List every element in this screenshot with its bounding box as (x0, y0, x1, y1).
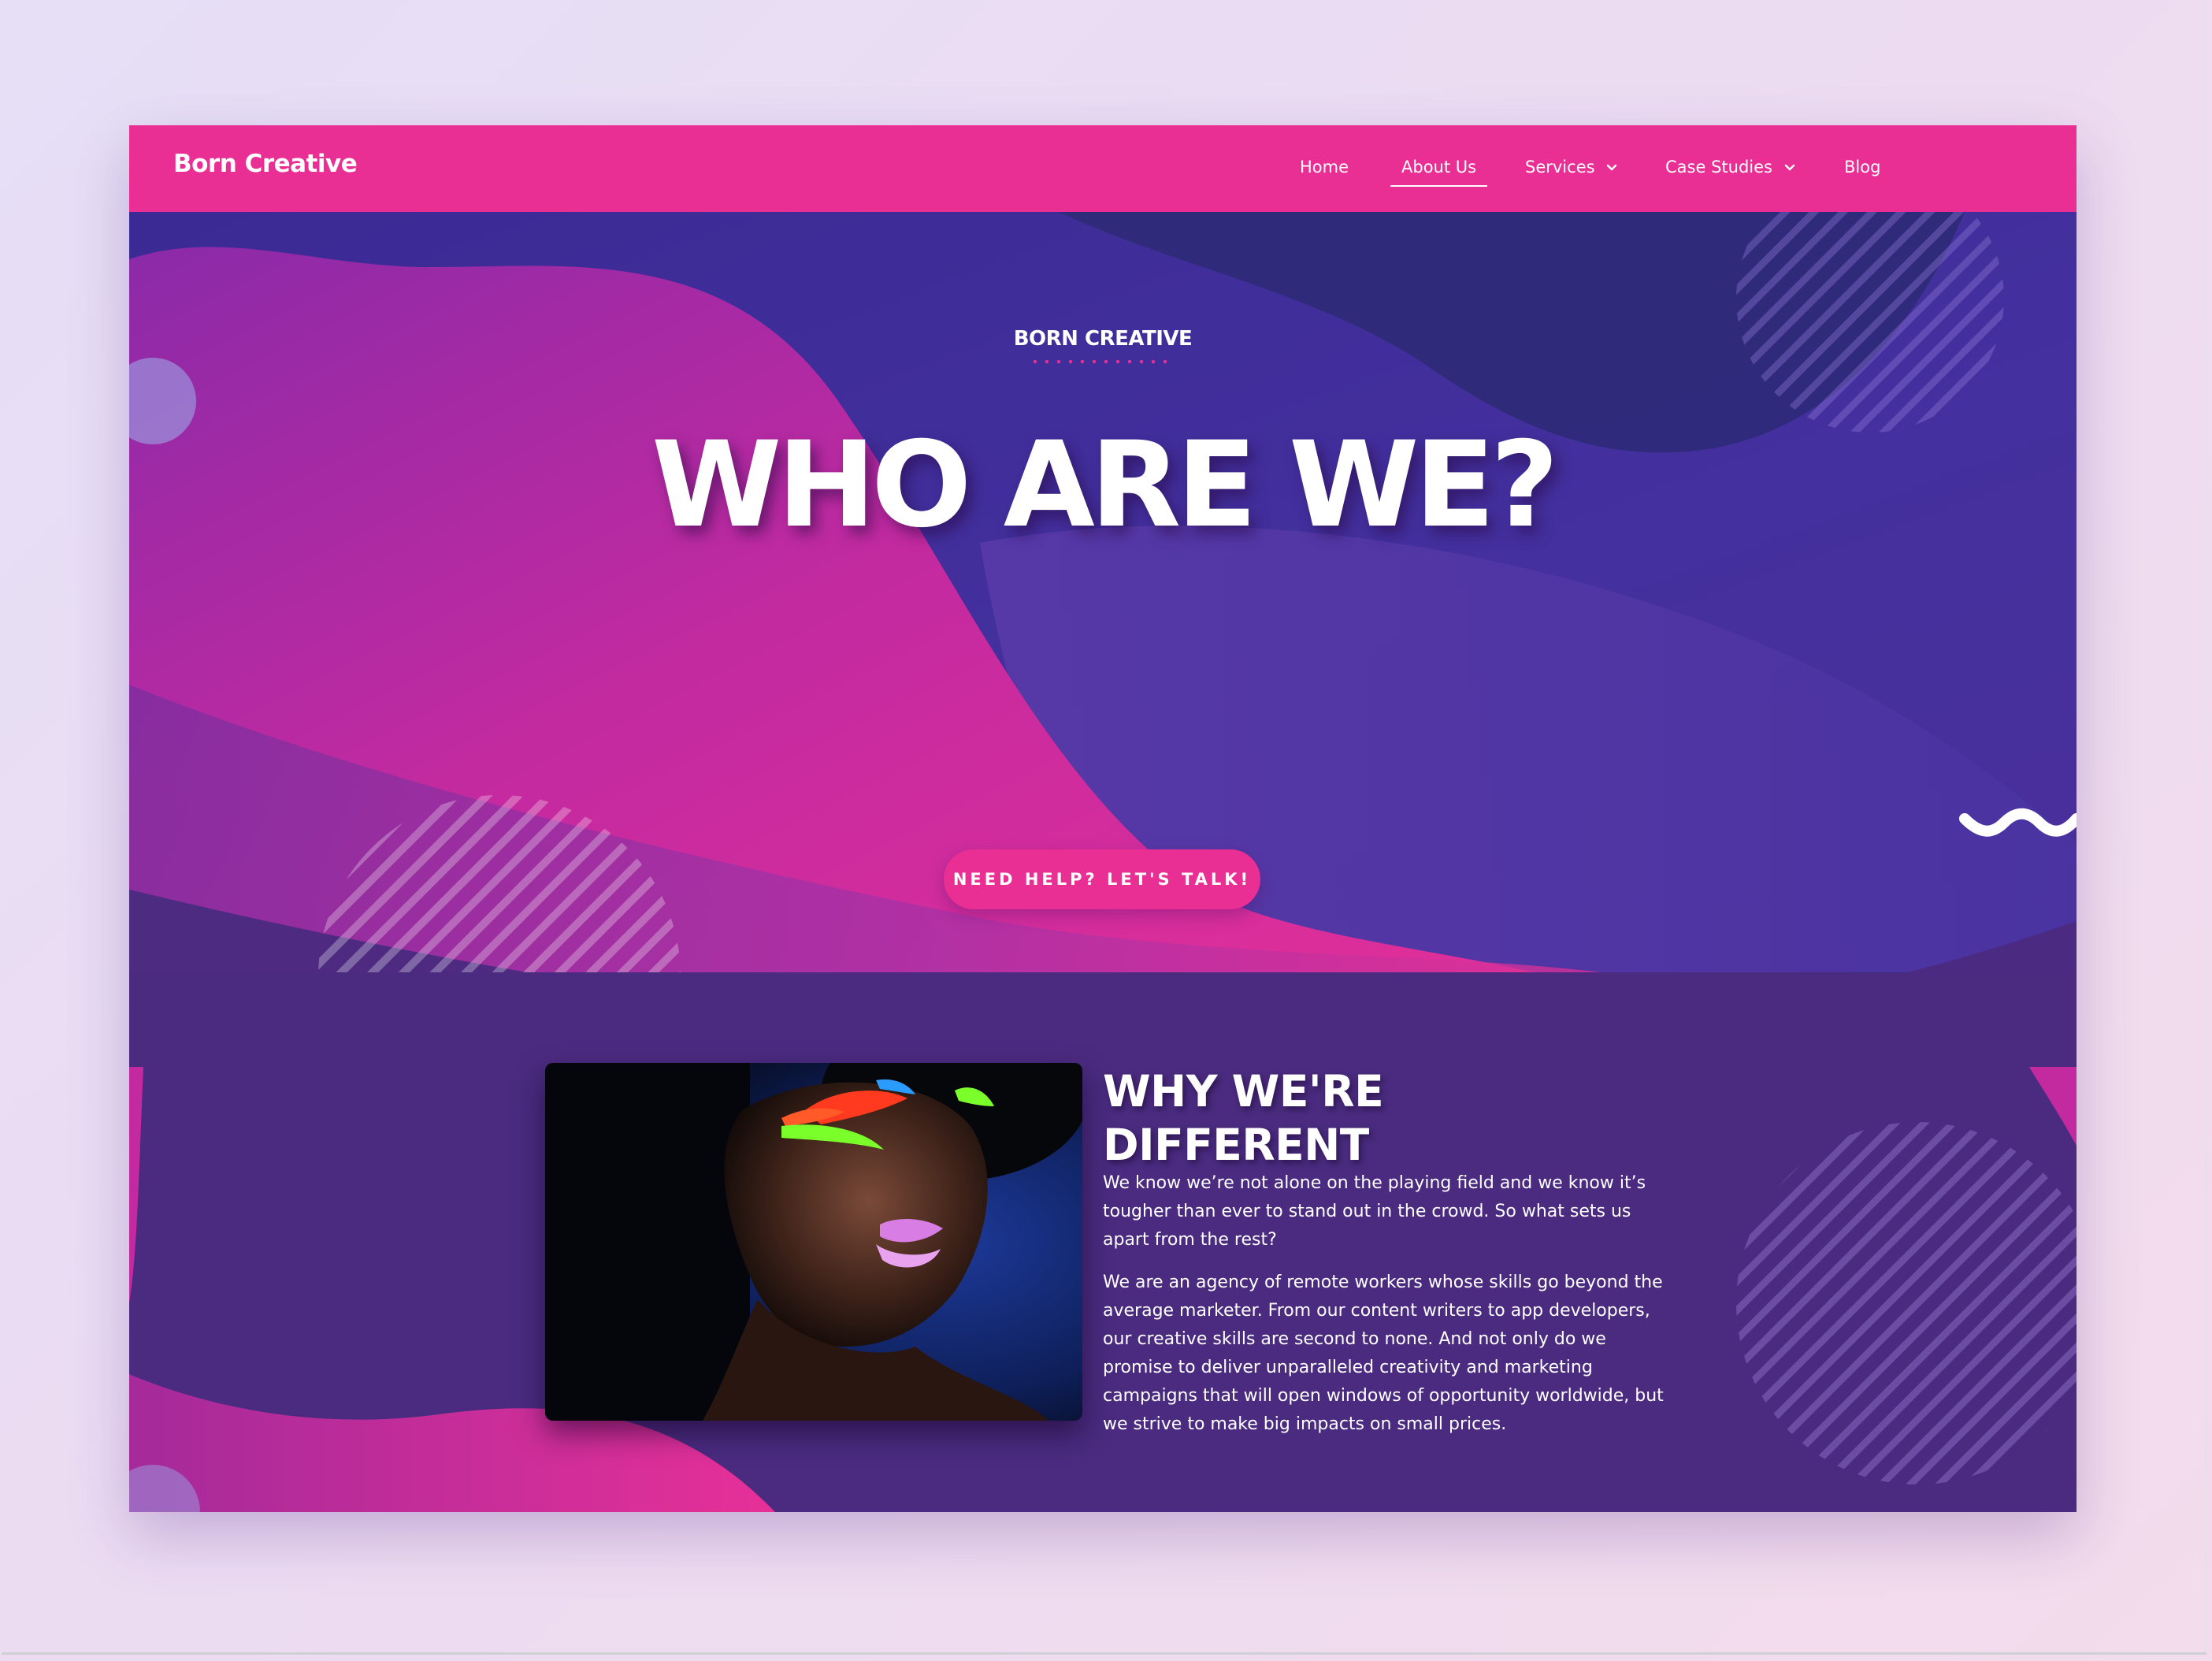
portrait-photo (545, 1063, 1082, 1421)
section-title: WHY WE'RE DIFFERENT (1103, 1065, 1512, 1172)
dotted-underline-decoration (1033, 359, 1167, 364)
nav-item-case-studies[interactable]: Case Studies (1665, 157, 1795, 177)
hero-eyebrow-text: BORN CREATIVE (1013, 327, 1193, 351)
site-logo[interactable]: Born Creative (173, 150, 358, 178)
top-navigation-bar: Born Creative Home About Us Services Cas… (129, 125, 2077, 212)
nav-item-about-us[interactable]: About Us (1390, 157, 1488, 187)
agency-description-paragraph: We are an agency of remote workers whose… (1103, 1273, 1664, 1434)
chevron-down-icon (1607, 164, 1617, 171)
nav-item-case-studies-label: Case Studies (1665, 158, 1772, 177)
hero-section: BORN CREATIVE WHO ARE WE? NEED HELP? LET… (129, 212, 2077, 1098)
nav-item-services[interactable]: Services (1525, 157, 1617, 177)
portrait-photo-illustration (545, 1063, 1082, 1421)
nav-item-blog[interactable]: Blog (1844, 157, 1880, 177)
chevron-down-icon (1784, 164, 1794, 171)
nav-item-services-label: Services (1525, 158, 1595, 177)
section-title-line1: WHY WE'RE (1103, 1066, 1384, 1117)
nav-item-about-us-label: About Us (1401, 158, 1477, 177)
section-title-line2: DIFFERENT (1103, 1120, 1369, 1170)
website-page: Born Creative Home About Us Services Cas… (129, 125, 2077, 1512)
nav-item-home[interactable]: Home (1300, 157, 1349, 177)
nav-item-blog-label: Blog (1844, 158, 1881, 177)
cta-button[interactable]: NEED HELP? LET'S TALK! (944, 849, 1260, 909)
hero-title: WHO ARE WE? (651, 417, 1559, 554)
intro-paragraph: We know we’re not alone on the playing f… (1103, 1173, 1646, 1250)
nav-item-home-label: Home (1300, 158, 1349, 177)
about-section: WHY WE'RE DIFFERENT We know we’re not al… (129, 972, 2077, 1512)
